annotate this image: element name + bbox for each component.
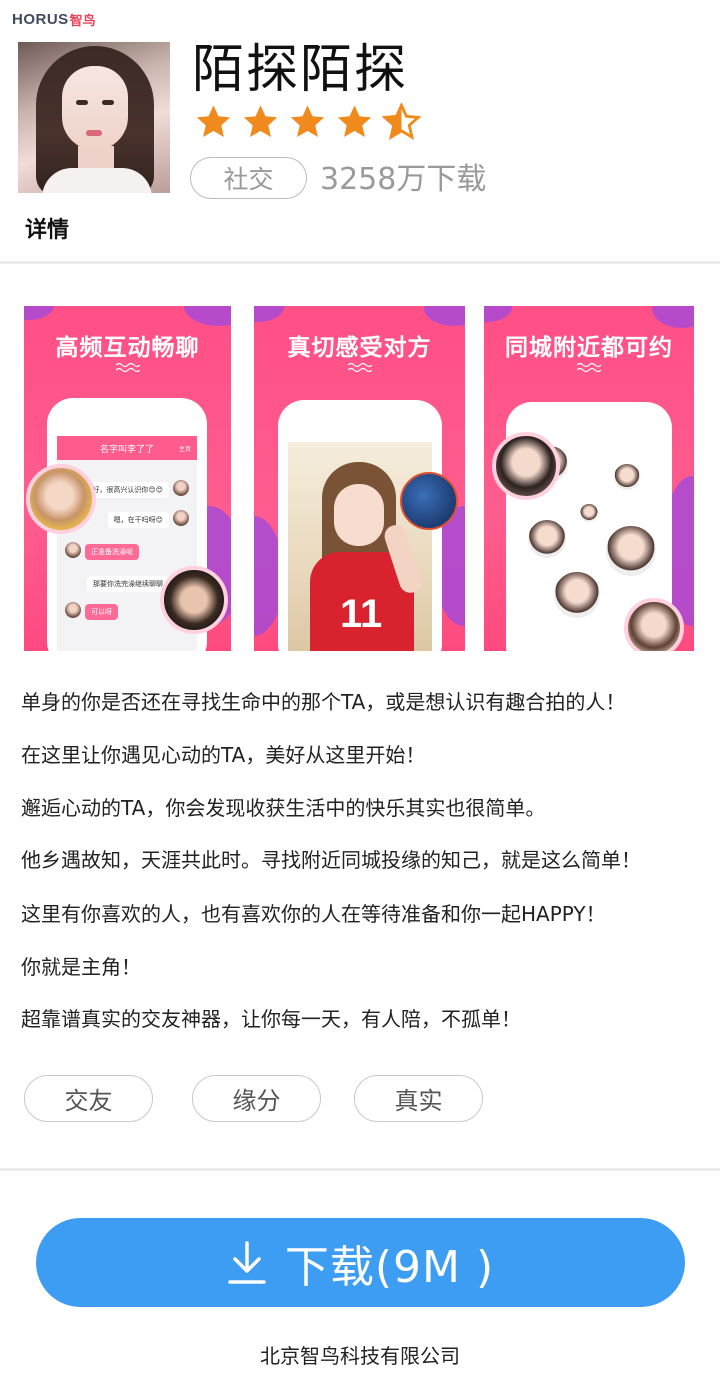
download-button[interactable]: 下载(9M ) [36,1218,685,1307]
chat-message: 正准备洗澡呢 [85,544,139,560]
screenshot-title: 高频互动畅聊 [55,335,200,361]
details-heading: 详情 [25,218,70,243]
category-tag[interactable]: 社交 [190,157,307,199]
description-line: 在这里让你遇见心动的TA，美好从这里开始！ [21,743,426,767]
divider [0,1168,720,1171]
star-icon [290,105,325,138]
download-icon [228,1240,266,1284]
brand-name-cn: 智鸟 [69,13,96,29]
screenshot-photo[interactable]: 真切感受对方 11 [254,306,465,651]
tag-chip[interactable]: 真实 [354,1075,483,1122]
screenshot-nearby[interactable]: 同城附近都可约 [484,306,694,651]
wave-icon [347,362,372,372]
description-line: 他乡遇故知，天涯共此时。寻找附近同城投缘的知己，就是这么简单！ [21,848,641,872]
avatar [604,524,658,578]
avatar [173,480,189,496]
app-name: 陌探陌探 [192,40,409,100]
description-line: 这里有你喜欢的人，也有喜欢你的人在等待准备和你一起HAPPY！ [21,902,606,926]
rating-stars [194,103,421,141]
download-label: 下载(9M ) [284,1241,495,1293]
brand-logo: HORUS 智鸟 [12,8,96,30]
screenshot-title: 同城附近都可约 [505,335,673,361]
screenshot-title: 真切感受对方 [287,335,432,361]
avatar [526,518,568,560]
avatar [65,602,81,618]
jersey-number: 11 [340,592,383,636]
screenshot-chat[interactable]: 高频互动畅聊 名字叫李了了 主页 好，很高兴认识你😊😊 嗯，在干吗呀😊 正准备洗… [24,306,231,651]
company-name: 北京智鸟科技有限公司 [260,1344,460,1368]
chat-message: 好，很高兴认识你😊😊 [86,482,169,498]
avatar [160,566,228,634]
description-line: 邂逅心动的TA，你会发现收获生活中的快乐其实也很简单。 [21,796,546,820]
avatar [552,570,602,620]
app-icon [18,42,170,193]
basketball-icon [400,472,458,530]
avatar [492,432,560,500]
half-star-icon [382,103,421,140]
description-line: 你就是主角！ [21,955,141,979]
divider [0,261,720,264]
chat-message: 可以呀 [85,604,118,620]
description-line: 单身的你是否还在寻找生命中的那个TA，或是想认识有趣合拍的人！ [21,690,626,714]
avatar [65,542,81,558]
avatar [26,464,96,534]
description-line: 超靠谱真实的交友神器，让你每一天，有人陪，不孤单！ [21,1007,521,1031]
avatar [612,462,642,492]
chat-header: 名字叫李了了 主页 [57,436,197,460]
tag-chip[interactable]: 交友 [24,1075,153,1122]
avatar [624,598,684,651]
star-icon [337,105,372,138]
avatar [578,502,600,524]
wave-icon [577,362,601,372]
brand-name: HORUS [12,10,69,28]
profile-photo: 11 [288,442,458,651]
tag-chip[interactable]: 缘分 [192,1075,321,1122]
chat-message: 嗯，在干吗呀😊 [107,512,169,528]
wave-icon [115,362,140,372]
chat-message: 那要你洗完澡继续聊聊 [87,576,169,592]
star-icon [196,105,231,138]
download-count: 3258万下载 [320,162,487,197]
avatar [173,510,189,526]
star-icon [243,105,278,138]
